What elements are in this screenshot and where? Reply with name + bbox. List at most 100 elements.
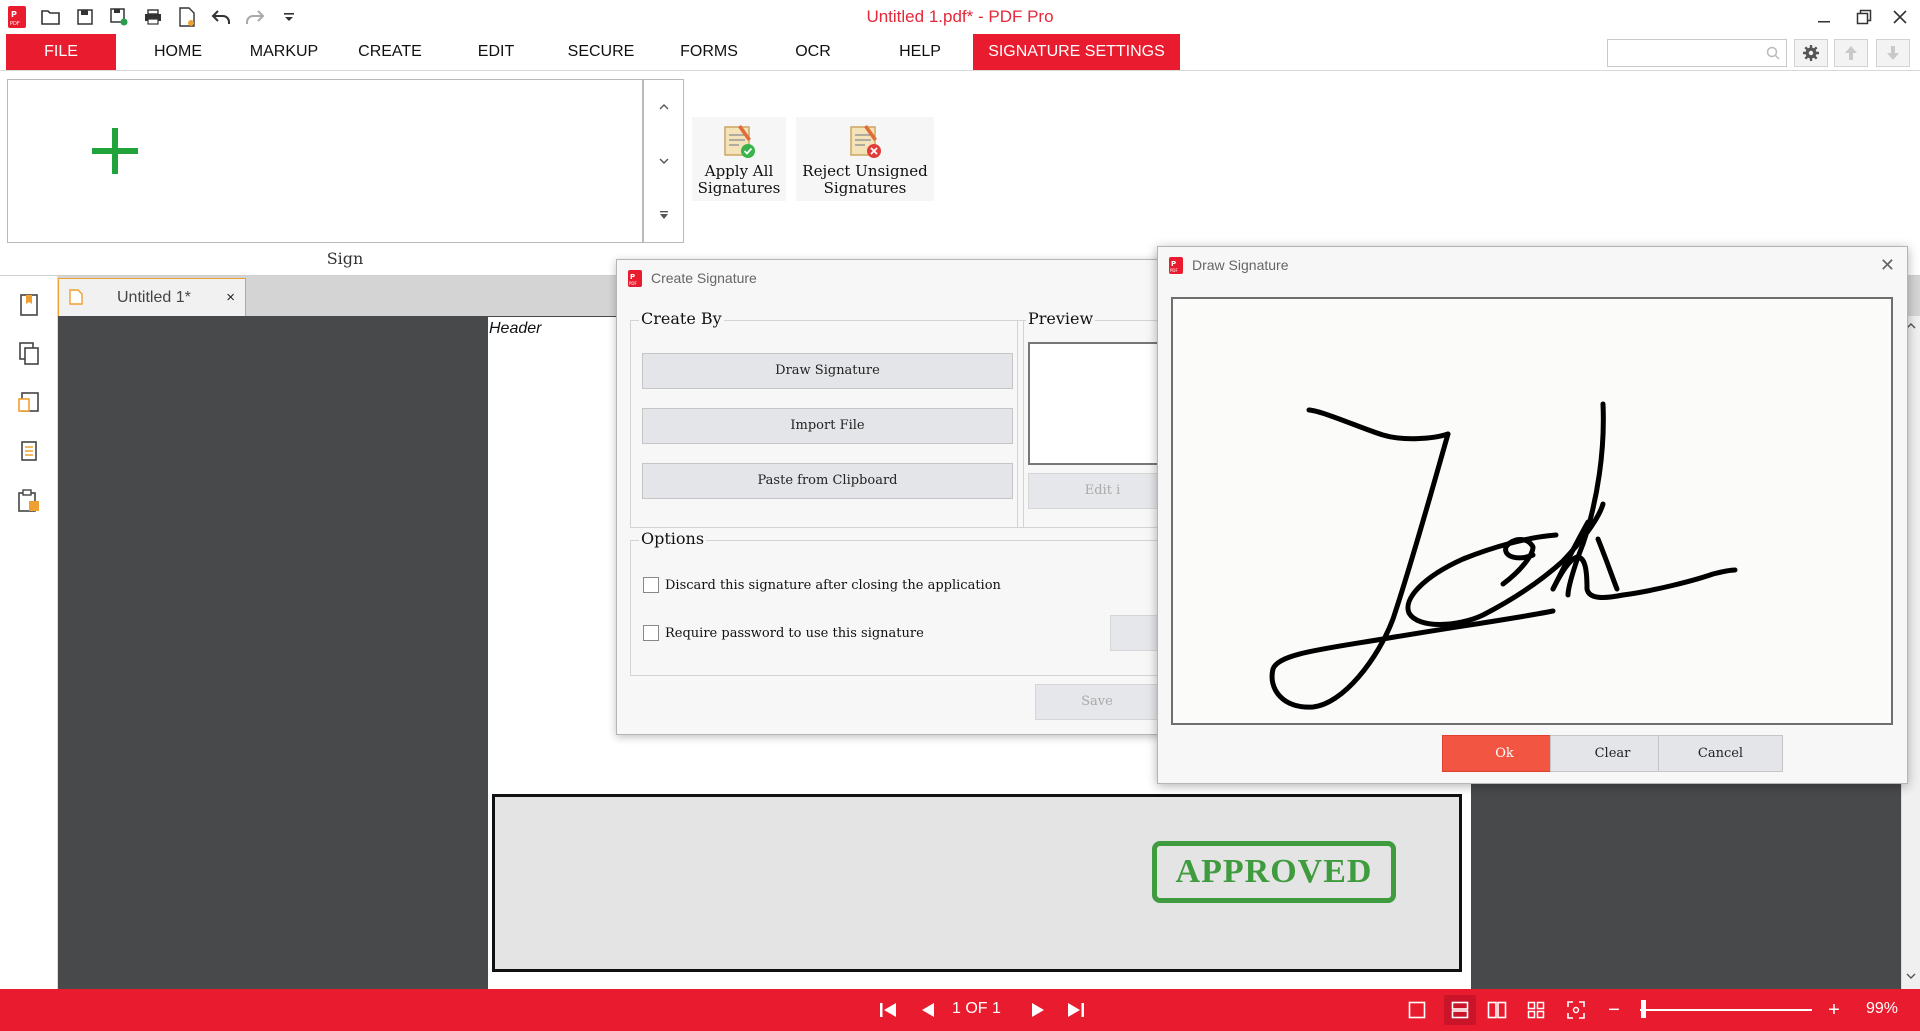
menu-file[interactable]: FILE [6,34,116,70]
svg-text:PDF: PDF [1170,268,1178,273]
approved-stamp[interactable]: APPROVED [1152,841,1396,903]
settings-button[interactable] [1794,39,1828,67]
menu-home[interactable]: HOME [134,34,222,70]
zoom-in-button[interactable]: + [1820,998,1848,1022]
gallery-scroll-down-button[interactable] [644,134,683,188]
previous-page-icon[interactable] [914,998,942,1022]
gallery-expand-button[interactable] [644,188,683,242]
reject-signatures-icon [845,121,885,161]
menu-signature-settings[interactable]: SIGNATURE SETTINGS [973,34,1180,70]
menu-markup[interactable]: MARKUP [236,34,332,70]
app-logo-icon: P PDF [627,269,643,288]
reject-unsigned-signatures-button[interactable]: Reject Unsigned Signatures [796,117,934,201]
annotations-icon[interactable] [14,436,44,466]
svg-text:P: P [1171,260,1176,268]
menu-bar: FILE HOME MARKUP CREATE EDIT SECURE FORM… [0,34,1920,71]
preview-legend: Preview [1026,309,1096,328]
search-field[interactable] [1607,39,1787,67]
document-tab-label: Untitled 1* [117,289,191,306]
cancel-button[interactable]: Cancel [1658,735,1783,772]
draw-signature-dialog: P PDF Draw Signature ✕ Ok Clear Cancel [1157,246,1908,784]
window-title: Untitled 1.pdf* - PDF Pro [866,7,1054,26]
arrow-up-icon [1844,45,1858,61]
page-indicator[interactable]: 1 OF 1 [952,1000,1001,1018]
last-page-icon[interactable] [1062,998,1090,1022]
zoom-slider-thumb[interactable] [1641,1000,1646,1018]
discard-signature-checkbox[interactable] [643,577,659,593]
clear-button[interactable]: Clear [1550,735,1675,772]
menu-forms[interactable]: FORMS [664,34,754,70]
document-tab-close-button[interactable]: × [226,289,235,306]
signature-stroke [1269,401,1738,710]
ok-button[interactable]: Ok [1442,735,1567,772]
signature-drawing-canvas[interactable] [1171,297,1893,725]
title-bar: P PDF Untitled 1.pdf* - PDF Pro [0,0,1920,34]
require-password-checkbox[interactable] [643,625,659,641]
page-header-text: Header [489,320,542,337]
options-legend: Options [639,529,707,548]
signature-preview [1028,342,1173,465]
close-window-button[interactable] [1882,2,1918,32]
search-next-button[interactable] [1876,39,1910,67]
reject-unsigned-label: Reject Unsigned Signatures [802,162,928,197]
save-button[interactable]: Save [1035,684,1159,720]
minimize-button[interactable] [1806,2,1842,32]
status-bar: 1 OF 1 − + 99% [0,989,1920,1031]
fit-page-icon[interactable] [1562,998,1590,1022]
next-page-icon[interactable] [1024,998,1052,1022]
scroll-down-icon[interactable] [1906,972,1916,980]
document-icon [69,289,83,305]
search-icon [1766,46,1780,60]
import-file-button[interactable]: Import File [642,408,1013,444]
create-by-legend: Create By [639,309,724,328]
first-page-icon[interactable] [874,998,902,1022]
signature-gallery[interactable] [7,79,643,243]
apply-all-label: Apply All Signatures [697,162,781,197]
search-previous-button[interactable] [1834,39,1868,67]
menu-help[interactable]: HELP [878,34,962,70]
gear-icon [1802,44,1820,62]
edit-signature-button[interactable]: Edit i [1028,473,1177,509]
left-panel-toolbar [0,276,58,989]
clipboard-icon[interactable] [14,486,44,516]
zoom-out-button[interactable]: − [1600,998,1628,1022]
continuous-view-icon[interactable] [1444,995,1476,1025]
search-input[interactable] [1612,43,1762,63]
arrow-down-icon [1886,45,1900,61]
svg-text:P: P [630,273,635,281]
discard-signature-label: Discard this signature after closing the… [665,578,1001,593]
facing-view-icon[interactable] [1483,998,1511,1022]
add-signature-icon[interactable] [90,126,140,176]
close-icon[interactable]: ✕ [1880,255,1895,276]
gallery-scroll [643,79,684,243]
app-logo-icon: P PDF [1168,256,1184,275]
bookmarks-icon[interactable] [14,290,44,320]
menu-ocr[interactable]: OCR [772,34,854,70]
apply-signatures-icon [719,121,759,161]
attachments-icon[interactable] [14,388,44,418]
dialog-title: Create Signature [651,270,757,286]
menu-edit[interactable]: EDIT [452,34,540,70]
apply-all-signatures-button[interactable]: Apply All Signatures [692,117,786,201]
menu-secure[interactable]: SECURE [556,34,646,70]
create-signature-dialog: P PDF Create Signature Create By Draw Sig… [616,259,1177,735]
svg-text:PDF: PDF [629,281,637,286]
chevron-down-icon [659,157,669,165]
single-page-view-icon[interactable] [1403,998,1431,1022]
sign-group-label: Sign [326,249,364,268]
require-password-label: Require password to use this signature [665,626,924,641]
zoom-level[interactable]: 99% [1866,1000,1898,1018]
zoom-slider[interactable] [1640,1009,1812,1011]
restore-button[interactable] [1846,2,1882,32]
expand-icon [659,210,669,220]
menu-create[interactable]: CREATE [344,34,436,70]
grid-view-icon[interactable] [1522,998,1550,1022]
gallery-scroll-up-button[interactable] [644,80,683,134]
dialog-title: Draw Signature [1192,257,1289,273]
options-group: Options [630,529,1176,676]
pages-icon[interactable] [14,338,44,368]
paste-clipboard-button[interactable]: Paste from Clipboard [642,463,1013,499]
draw-signature-button[interactable]: Draw Signature [642,353,1013,389]
chevron-up-icon [659,103,669,111]
document-tab[interactable]: Untitled 1* × [58,278,246,316]
